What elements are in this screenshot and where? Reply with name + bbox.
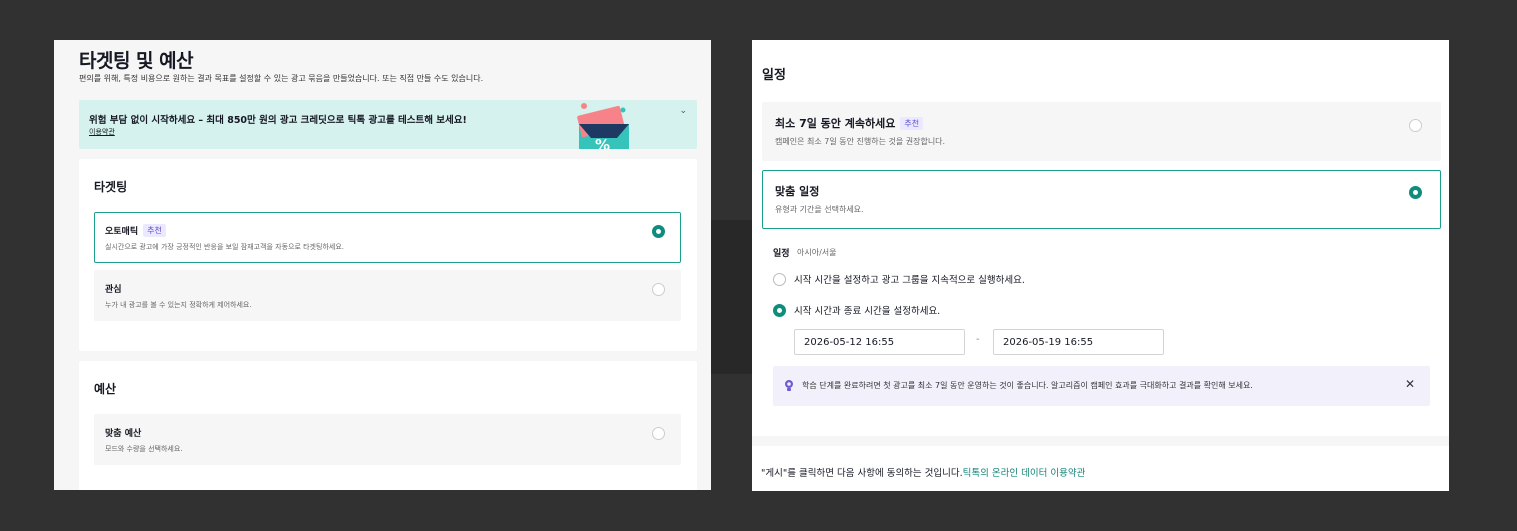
section-divider	[752, 436, 1449, 446]
choice-label: 시작 시간을 설정하고 광고 그룹을 지속적으로 실행하세요.	[794, 275, 1025, 286]
start-datetime-input[interactable]	[794, 329, 965, 355]
data-terms-link[interactable]: 틱톡의 온라인 데이터 이용약관	[963, 468, 1086, 479]
schedule-panel: 일정 최소 7일 동안 계속하세요 추천 캠페인은 최소 7일 동안 진행하는 …	[752, 40, 1449, 491]
background-band	[711, 220, 752, 374]
choice-label: 시작 시간과 종료 시간을 설정하세요.	[794, 306, 941, 317]
terms-link[interactable]: 이용약관	[89, 127, 115, 137]
schedule-choice-start-end[interactable]: 시작 시간과 종료 시간을 설정하세요.	[773, 303, 940, 317]
date-separator: -	[976, 334, 980, 345]
radio-min7days[interactable]	[1409, 119, 1422, 132]
option-description: 모드와 수량을 선택하세요.	[105, 445, 183, 453]
schedule-option-custom[interactable]: 맞춤 일정 유형과 기간을 선택하세요.	[762, 170, 1441, 229]
option-description: 캠페인은 최소 7일 동안 진행하는 것을 권장합니다.	[775, 137, 946, 146]
option-description: 유형과 기간을 선택하세요.	[775, 205, 864, 214]
radio-custom-schedule[interactable]	[1409, 186, 1422, 199]
tip-text: 학습 단계를 완료하려면 첫 광고를 최소 7일 동안 운영하는 것이 좋습니다…	[802, 381, 1253, 390]
radio-continuous[interactable]	[773, 272, 786, 286]
timezone-label: 아시아/서울	[797, 248, 837, 257]
chevron-down-icon[interactable]: ⌄	[679, 106, 687, 116]
budget-title: 예산	[94, 382, 117, 396]
percent-glyph: %	[595, 136, 610, 149]
option-title: 최소 7일 동안 계속하세요	[775, 117, 896, 130]
schedule-choice-continuous[interactable]: 시작 시간을 설정하고 광고 그룹을 지속적으로 실행하세요.	[773, 272, 1025, 286]
budget-card: 예산 맞춤 예산 모드와 수량을 선택하세요.	[79, 361, 697, 490]
targeting-option-automatic[interactable]: 오토매틱 추천 실시간으로 광고에 가장 긍정적인 반응을 보일 잠재고객을 자…	[94, 212, 681, 263]
promo-banner-text: 위험 부담 없이 시작하세요 – 최대 850만 원의 광고 크레딧으로 틱톡 …	[89, 115, 467, 126]
learning-tip: 학습 단계를 완료하려면 첫 광고를 최소 7일 동안 운영하는 것이 좋습니다…	[773, 366, 1430, 406]
consent-prefix: "게시"를 클릭하면 다음 사항에 동의하는 것입니다.	[761, 468, 963, 479]
targeting-card: 타겟팅 오토매틱 추천 실시간으로 광고에 가장 긍정적인 반응을 보일 잠재고…	[79, 159, 697, 351]
targeting-option-interest[interactable]: 관심 누가 내 광고를 볼 수 있는지 정확하게 제어하세요.	[94, 270, 681, 321]
targeting-title: 타겟팅	[94, 180, 128, 194]
consent-text: "게시"를 클릭하면 다음 사항에 동의하는 것입니다.틱톡의 온라인 데이터 …	[761, 465, 1085, 479]
radio-custom-budget[interactable]	[652, 427, 665, 440]
recommended-badge: 추천	[900, 116, 924, 130]
schedule-title: 일정	[762, 68, 786, 83]
radio-start-end[interactable]	[773, 303, 786, 317]
option-title: 오토매틱	[105, 227, 139, 237]
page-title: 타겟팅 및 예산	[79, 50, 194, 72]
end-datetime-input[interactable]	[993, 329, 1164, 355]
recommended-badge: 추천	[143, 224, 166, 237]
option-title: 관심	[105, 285, 122, 295]
radio-automatic[interactable]	[652, 225, 665, 238]
coupon-illustration: %	[577, 103, 629, 149]
option-title: 맞춤 일정	[775, 185, 820, 198]
option-description: 실시간으로 광고에 가장 긍정적인 반응을 보일 잠재고객을 자동으로 타겟팅하…	[105, 243, 344, 251]
radio-interest[interactable]	[652, 283, 665, 296]
option-title: 맞춤 예산	[105, 429, 142, 439]
promo-banner[interactable]: 위험 부담 없이 시작하세요 – 최대 850만 원의 광고 크레딧으로 틱톡 …	[79, 100, 697, 149]
close-icon[interactable]: ✕	[1405, 377, 1415, 391]
targeting-budget-panel: 타겟팅 및 예산 편의를 위해, 특정 비용으로 원하는 결과 목표를 설정할 …	[54, 40, 711, 490]
page-subtitle: 편의를 위해, 특정 비용으로 원하는 결과 목표를 설정할 수 있는 광고 묶…	[79, 74, 484, 83]
schedule-option-min7days[interactable]: 최소 7일 동안 계속하세요 추천 캠페인은 최소 7일 동안 진행하는 것을 …	[762, 102, 1441, 161]
budget-option-custom[interactable]: 맞춤 예산 모드와 수량을 선택하세요.	[94, 414, 681, 465]
schedule-label: 일정	[773, 249, 790, 259]
option-description: 누가 내 광고를 볼 수 있는지 정확하게 제어하세요.	[105, 301, 252, 309]
lightbulb-icon	[785, 380, 793, 391]
